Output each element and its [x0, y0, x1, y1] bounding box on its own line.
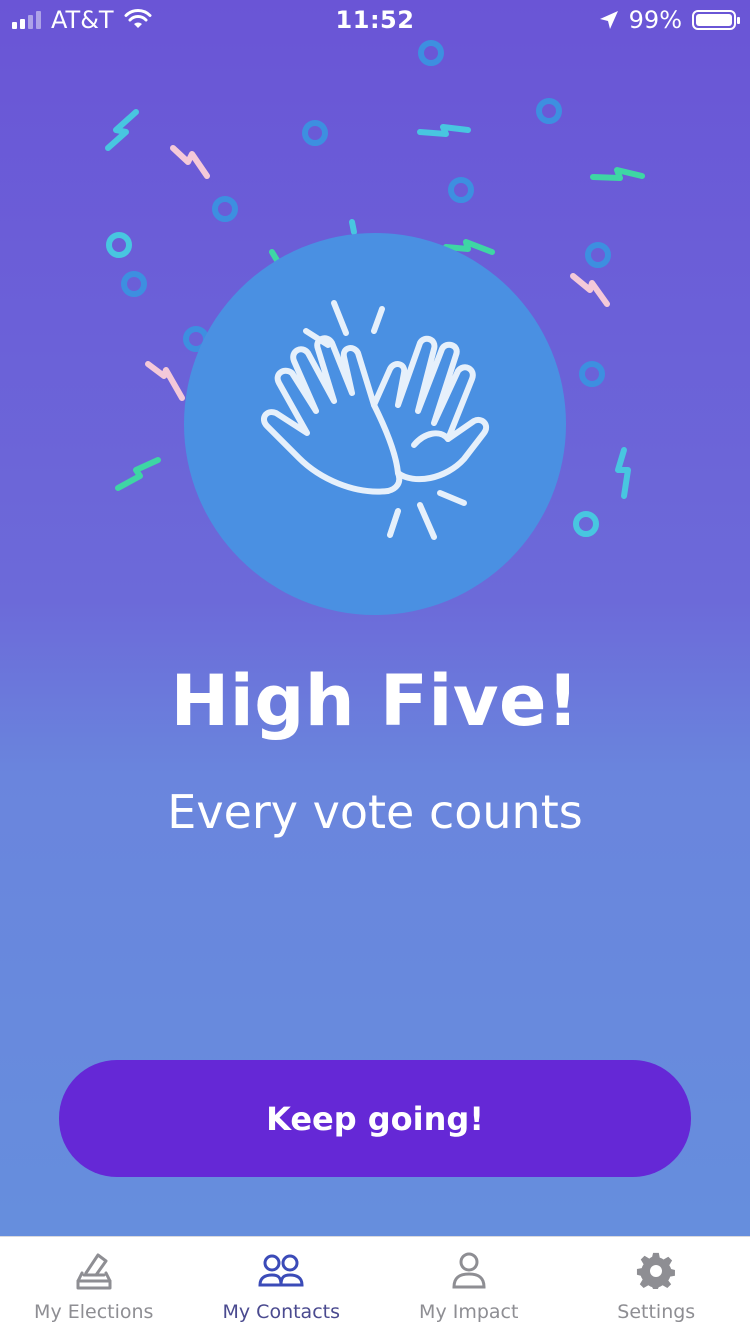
tab-bar: My Elections My Contacts My Impact: [0, 1236, 750, 1335]
contacts-icon: [258, 1251, 304, 1291]
confetti-ring: [576, 514, 596, 534]
page-subtitle: Every vote counts: [0, 785, 750, 839]
confetti-ring: [451, 180, 471, 200]
high-five-hands-icon: [184, 233, 566, 615]
confetti-ring: [109, 235, 129, 255]
confetti-ring: [421, 43, 441, 63]
confetti-ring: [588, 245, 608, 265]
tab-label: My Contacts: [223, 1301, 341, 1323]
confetti-zigzag: [420, 127, 468, 134]
tab-my-contacts[interactable]: My Contacts: [188, 1237, 376, 1335]
confetti-zigzag: [593, 170, 642, 178]
tab-my-impact[interactable]: My Impact: [375, 1237, 563, 1335]
tab-settings[interactable]: Settings: [563, 1237, 750, 1335]
confetti-zigzag: [118, 460, 158, 488]
tab-label: My Elections: [34, 1301, 153, 1323]
confetti-zigzag: [148, 364, 182, 398]
confetti-zigzag: [108, 112, 136, 148]
confetti-zigzag: [618, 450, 628, 496]
confetti-ring: [582, 364, 602, 384]
ballot-box-icon: [74, 1251, 114, 1291]
tab-label: Settings: [617, 1301, 695, 1323]
person-icon: [449, 1251, 489, 1291]
page-title: High Five!: [0, 660, 750, 742]
tab-my-elections[interactable]: My Elections: [0, 1237, 188, 1335]
confetti-ring: [305, 123, 325, 143]
tab-label: My Impact: [419, 1301, 518, 1323]
confetti-ring: [124, 274, 144, 294]
confetti-zigzag: [352, 222, 354, 232]
keep-going-button[interactable]: Keep going!: [59, 1060, 691, 1177]
confetti-zigzag: [173, 148, 207, 176]
confetti-ring: [215, 199, 235, 219]
confetti-ring: [539, 101, 559, 121]
gear-icon: [636, 1251, 676, 1291]
confetti-zigzag: [573, 276, 607, 304]
